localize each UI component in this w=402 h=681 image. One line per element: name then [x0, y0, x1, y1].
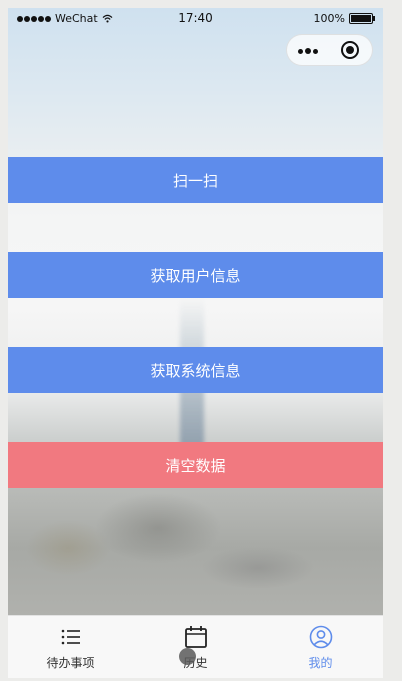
tab-todo[interactable]: 待办事项	[8, 616, 133, 678]
get-user-info-button[interactable]: 获取用户信息	[8, 252, 383, 298]
target-close-icon[interactable]	[341, 41, 359, 59]
list-icon	[61, 629, 80, 645]
tab-label-todo: 待办事项	[46, 656, 95, 670]
more-dots-icon[interactable]	[298, 48, 318, 54]
tab-mine[interactable]: 我的	[258, 616, 383, 678]
battery-icon	[349, 13, 375, 24]
tab-bar: 待办事项 历史 我的	[8, 615, 383, 678]
tab-history[interactable]: 历史	[133, 616, 258, 678]
user-icon	[309, 625, 332, 649]
tab-label-mine: 我的	[308, 656, 333, 670]
scan-button[interactable]: 扫一扫	[8, 157, 383, 203]
clear-data-button[interactable]: 清空数据	[8, 442, 383, 488]
battery-percent: 100%	[313, 12, 345, 25]
miniprogram-capsule	[286, 34, 373, 66]
phone-screen: WeChat 17:40 100% 扫一扫 获取用户信息 获取系统信息 清空数据	[8, 8, 383, 678]
status-bar: WeChat 17:40 100%	[8, 8, 383, 28]
touch-indicator	[179, 648, 196, 665]
calendar-icon	[184, 626, 207, 648]
get-system-info-button[interactable]: 获取系统信息	[8, 347, 383, 393]
battery-group: 100%	[313, 12, 375, 25]
